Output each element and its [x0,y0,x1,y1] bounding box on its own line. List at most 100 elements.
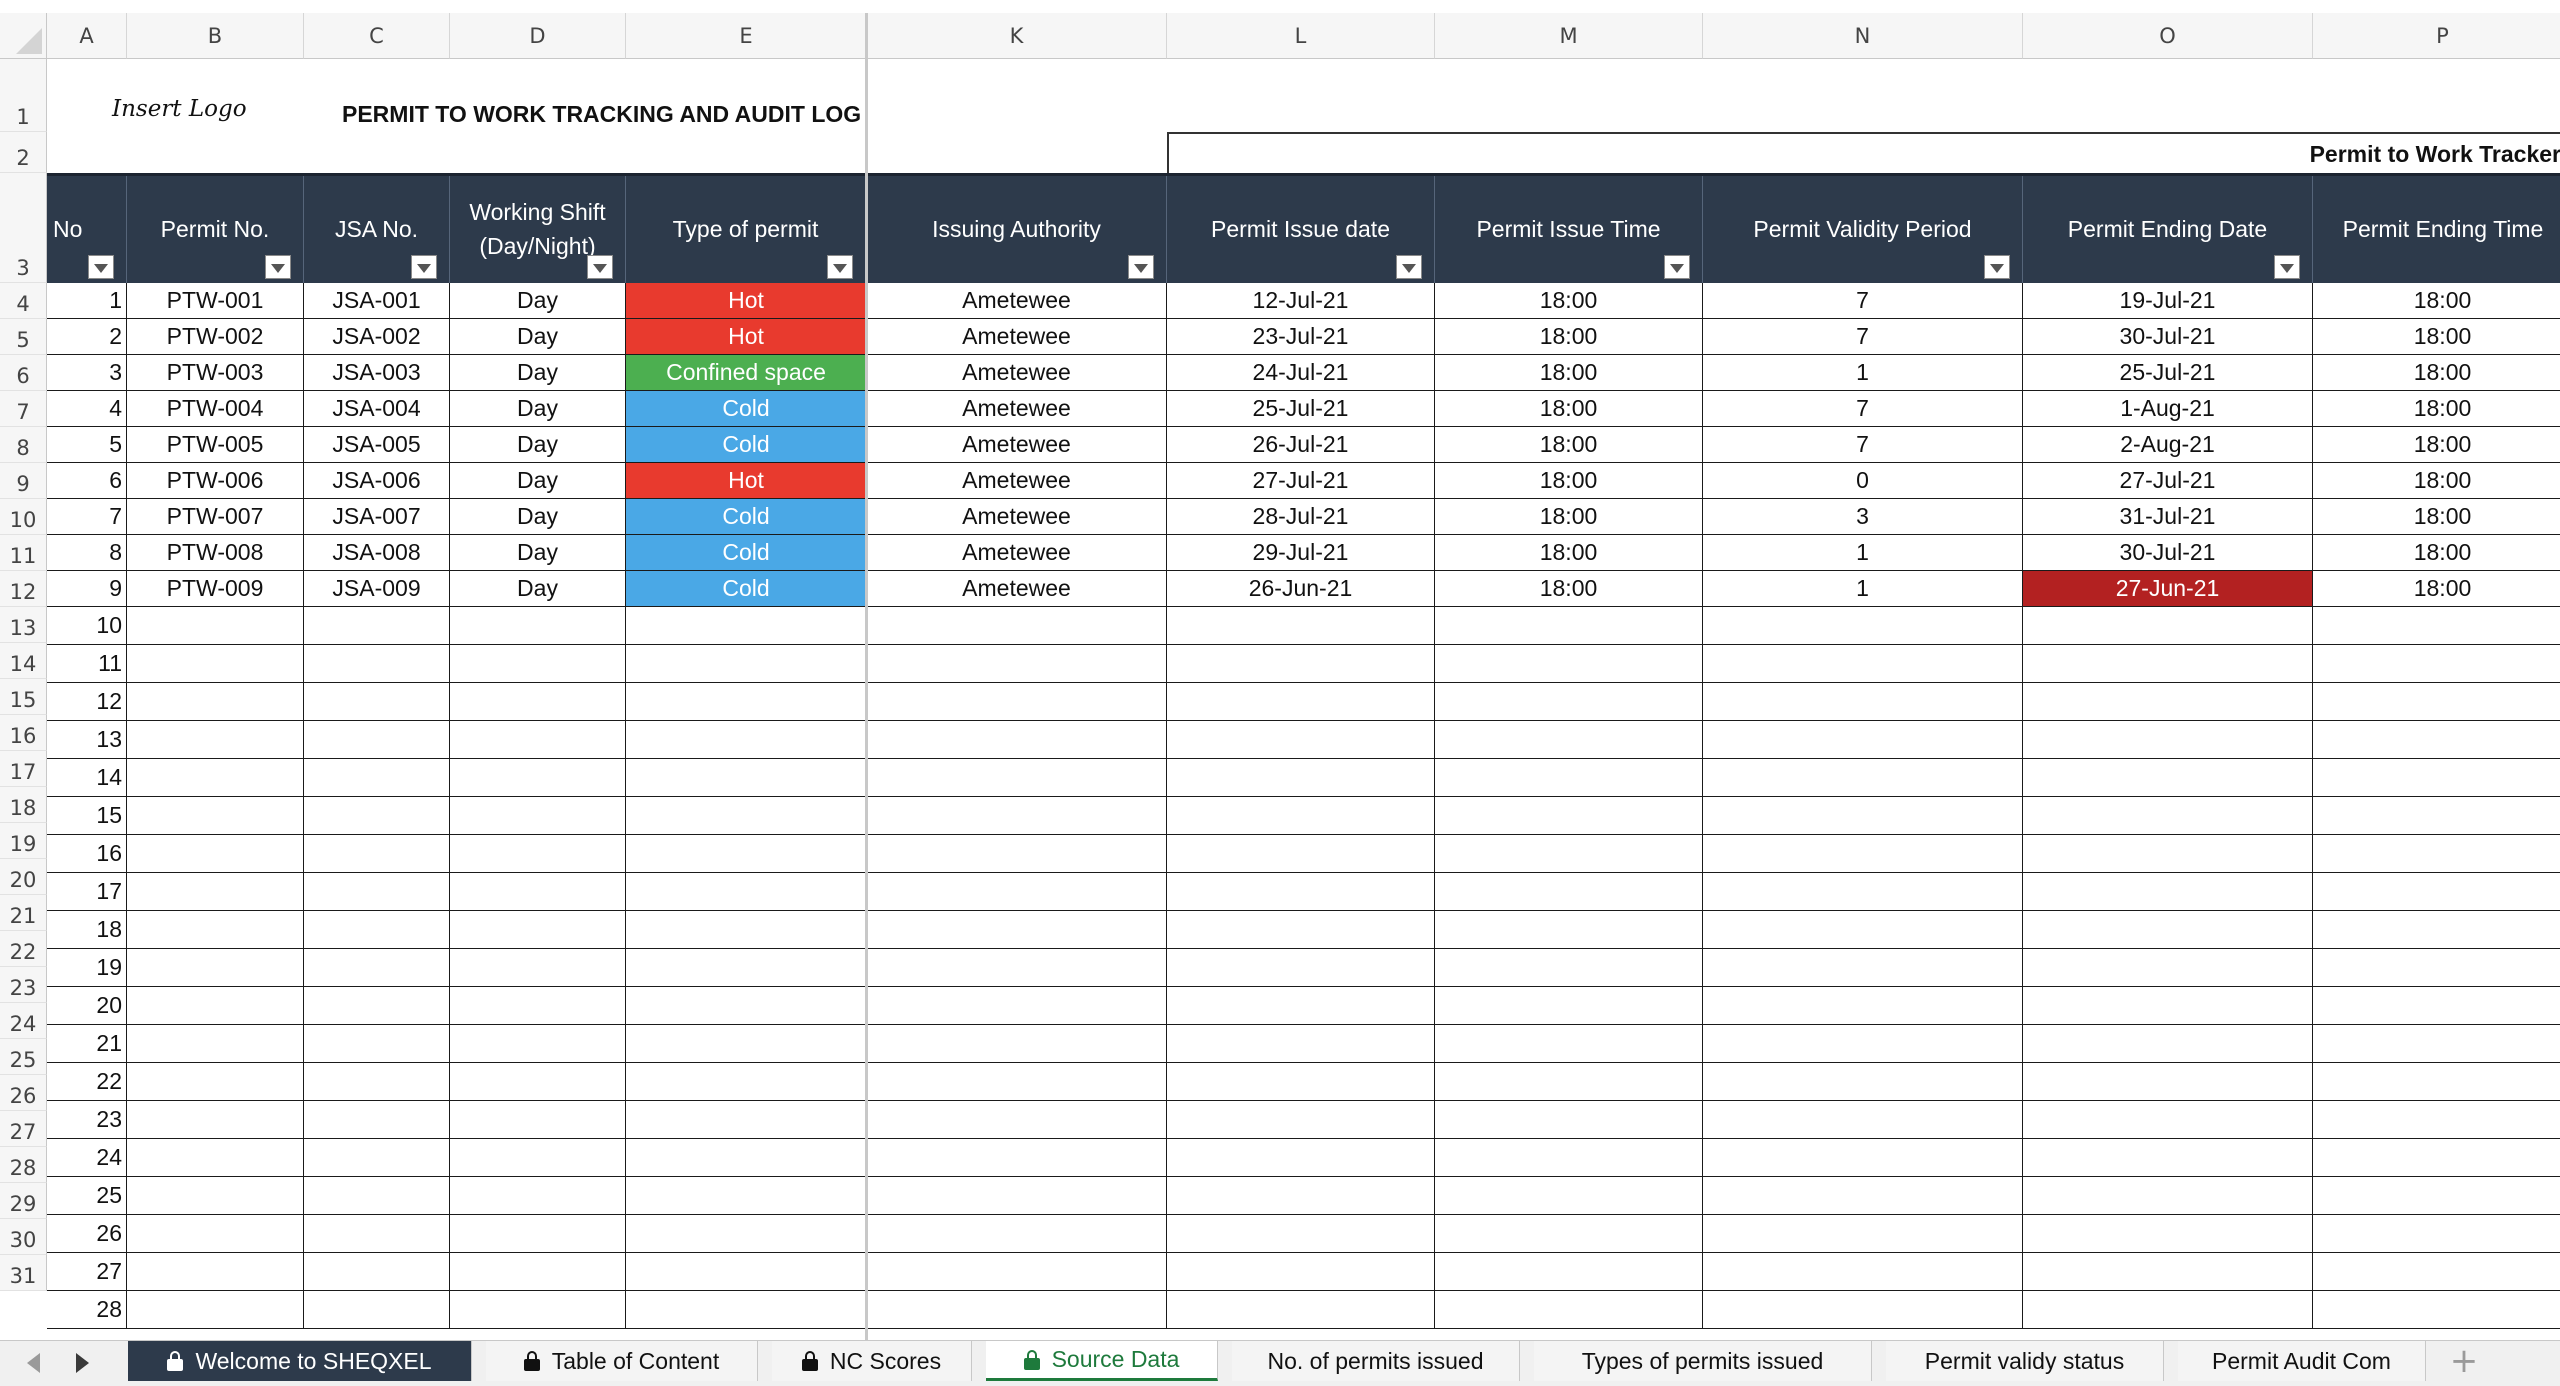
cell-type-of-permit[interactable] [626,1253,867,1291]
cell-jsa-no[interactable] [304,1139,450,1177]
header-type-of-permit[interactable]: Type of permit [626,176,866,283]
cell-permit-ending-date[interactable]: 31-Jul-21 [2023,499,2313,535]
cell-permit-issue-time[interactable] [1435,1253,1703,1291]
sheet-tab[interactable]: Table of Content [486,1341,758,1381]
row-header[interactable]: 8 [0,427,47,463]
cell-working-shift[interactable] [450,683,626,721]
column-header[interactable]: P [2313,13,2560,59]
column-header[interactable]: M [1435,13,1703,59]
cell-issuing-authority[interactable] [867,835,1167,873]
cell-type-of-permit[interactable] [626,1025,867,1063]
cell-permit-no[interactable] [127,759,304,797]
cell-permit-issue-date[interactable] [1167,721,1435,759]
cell-no[interactable]: 9 [47,571,127,607]
cell-permit-ending-time[interactable] [2313,1291,2560,1329]
cell-permit-no[interactable]: PTW-004 [127,391,304,427]
cell-jsa-no[interactable] [304,873,450,911]
row-header[interactable]: 22 [0,931,47,967]
cell-type-of-permit[interactable]: Hot [626,283,867,319]
cell-no[interactable]: 14 [47,759,127,797]
cell-permit-issue-date[interactable] [1167,645,1435,683]
column-header[interactable]: C [304,13,450,59]
cell-permit-ending-date[interactable] [2023,1215,2313,1253]
row-header[interactable]: 20 [0,859,47,895]
row-header[interactable]: 9 [0,463,47,499]
cell-issuing-authority[interactable] [867,1025,1167,1063]
cell-issuing-authority[interactable]: Ametewee [867,355,1167,391]
cell-permit-ending-time[interactable] [2313,1101,2560,1139]
cell-permit-validity-period[interactable] [1703,683,2023,721]
cell-permit-issue-time[interactable] [1435,911,1703,949]
cell-permit-ending-date[interactable] [2023,1063,2313,1101]
cell-permit-issue-date[interactable] [1167,835,1435,873]
cell-type-of-permit[interactable]: Cold [626,571,867,607]
cell-permit-issue-date[interactable] [1167,607,1435,645]
cell-permit-validity-period[interactable] [1703,911,2023,949]
cell-permit-no[interactable] [127,949,304,987]
cell-issuing-authority[interactable] [867,1139,1167,1177]
cell-permit-issue-date[interactable] [1167,759,1435,797]
cell-permit-ending-time[interactable] [2313,1063,2560,1101]
cell-permit-issue-date[interactable] [1167,1291,1435,1329]
cell-permit-issue-time[interactable] [1435,949,1703,987]
cell-permit-ending-time[interactable]: 18:00 [2313,319,2560,355]
cell-working-shift[interactable] [450,607,626,645]
cell-jsa-no[interactable] [304,949,450,987]
column-header[interactable]: A [47,13,127,59]
cell-issuing-authority[interactable] [867,949,1167,987]
header-issuing-authority[interactable]: Issuing Authority [867,176,1167,283]
cell-permit-ending-date[interactable] [2023,1101,2313,1139]
cell-working-shift[interactable] [450,949,626,987]
cell-permit-issue-date[interactable]: 12-Jul-21 [1167,283,1435,319]
row-header[interactable]: 19 [0,823,47,859]
cell-permit-ending-time[interactable] [2313,645,2560,683]
cell-working-shift[interactable]: Day [450,571,626,607]
cell-permit-ending-date[interactable] [2023,949,2313,987]
cell-type-of-permit[interactable] [626,1215,867,1253]
cell-type-of-permit[interactable] [626,1101,867,1139]
cell-issuing-authority[interactable] [867,911,1167,949]
cell-working-shift[interactable] [450,1291,626,1329]
cell-permit-validity-period[interactable] [1703,1101,2023,1139]
cell-permit-validity-period[interactable]: 7 [1703,283,2023,319]
cell-permit-ending-date[interactable] [2023,645,2313,683]
cell-jsa-no[interactable] [304,797,450,835]
cell-working-shift[interactable] [450,1025,626,1063]
cell-issuing-authority[interactable]: Ametewee [867,535,1167,571]
cell-permit-ending-time[interactable]: 18:00 [2313,535,2560,571]
cell-permit-ending-date[interactable] [2023,683,2313,721]
cell-issuing-authority[interactable]: Ametewee [867,319,1167,355]
cell-permit-ending-time[interactable]: 18:00 [2313,427,2560,463]
cell-permit-issue-time[interactable] [1435,607,1703,645]
sheet-tab[interactable]: Permit Audit Com [2178,1341,2426,1381]
cell-no[interactable]: 4 [47,391,127,427]
filter-dropdown-icon[interactable] [587,255,613,279]
cell-type-of-permit[interactable] [626,683,867,721]
header-no[interactable]: No [47,176,127,283]
sheet-tab[interactable]: Types of permits issued [1534,1341,1872,1381]
cell-permit-ending-time[interactable] [2313,759,2560,797]
filter-dropdown-icon[interactable] [1396,255,1422,279]
cell-no[interactable]: 7 [47,499,127,535]
cell-working-shift[interactable] [450,1063,626,1101]
cell-permit-no[interactable] [127,1139,304,1177]
cell-permit-no[interactable] [127,1177,304,1215]
cell-working-shift[interactable]: Day [450,283,626,319]
cell-working-shift[interactable]: Day [450,499,626,535]
tracker-label[interactable]: Permit to Work Tracker [2310,141,2560,168]
cell-permit-issue-date[interactable] [1167,1063,1435,1101]
cell-permit-no[interactable] [127,645,304,683]
cell-permit-issue-date[interactable]: 26-Jun-21 [1167,571,1435,607]
header-working-shift[interactable]: Working Shift (Day/Night) [450,176,626,283]
cell-permit-issue-time[interactable]: 18:00 [1435,499,1703,535]
cell-permit-ending-date[interactable]: 1-Aug-21 [2023,391,2313,427]
cell-permit-ending-time[interactable] [2313,1139,2560,1177]
cell-permit-no[interactable]: PTW-005 [127,427,304,463]
cell-permit-issue-time[interactable] [1435,1139,1703,1177]
cell-permit-issue-date[interactable]: 23-Jul-21 [1167,319,1435,355]
cell-no[interactable]: 18 [47,911,127,949]
cell-permit-ending-date[interactable]: 30-Jul-21 [2023,535,2313,571]
cell-permit-issue-date[interactable] [1167,1101,1435,1139]
cell-working-shift[interactable] [450,835,626,873]
cell-permit-issue-date[interactable] [1167,873,1435,911]
